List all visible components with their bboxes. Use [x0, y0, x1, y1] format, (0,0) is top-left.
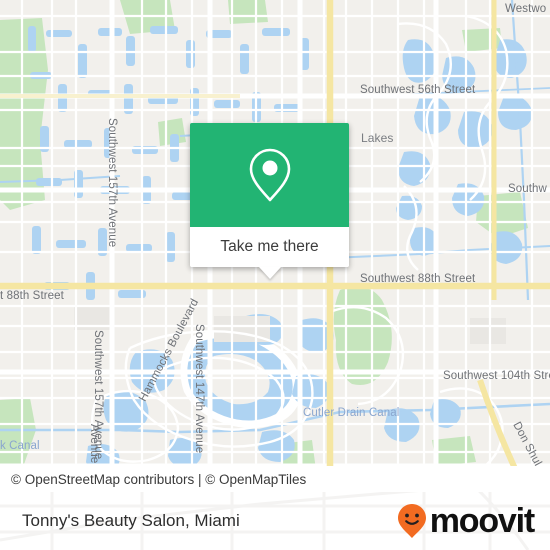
map-canvas[interactable]: Westwo Southwest 56th Street Lakes South… — [0, 0, 550, 492]
map-label-cutler-drain-canal: Cutler Drain Canal — [303, 407, 400, 419]
take-me-there-label: Take me there — [220, 238, 319, 255]
map-label-southwest-right: Southw — [508, 183, 547, 195]
map-label-sw-56th-street: Southwest 56th Street — [360, 84, 476, 96]
place-title: Tonny's Beauty Salon, Miami — [22, 511, 240, 530]
map-label-sw-88th-street-right: Southwest 88th Street — [360, 273, 476, 285]
map-label-canal-left: k Canal — [0, 440, 40, 452]
map-attribution-bar: © OpenStreetMap contributors | © OpenMap… — [0, 466, 550, 492]
take-me-there-button[interactable]: Take me there — [190, 227, 349, 267]
map-label-sw-88th-street-left: t 88th Street — [0, 290, 64, 302]
map-label-westwood: Westwo — [505, 3, 547, 15]
map-label-sw-147th-avenue: Southwest 147th Avenue — [193, 324, 205, 454]
moovit-smiley-pin-icon — [397, 504, 426, 538]
footer-bar: Tonny's Beauty Salon, Miami moovit — [0, 492, 550, 550]
popup-tail — [258, 267, 281, 279]
map-label-lakes: Lakes — [361, 131, 394, 145]
moovit-wordmark: moovit — [429, 502, 535, 540]
map-attribution-text[interactable]: © OpenStreetMap contributors | © OpenMap… — [0, 472, 306, 487]
map-pin-icon — [249, 148, 290, 202]
map-label-sw-104th-street: Southwest 104th Street — [443, 370, 550, 382]
map-label-sw-157th-avenue-north: Southwest 157th Avenue — [106, 118, 118, 248]
popup-marker-panel — [190, 123, 349, 227]
location-popup[interactable]: Take me there — [190, 123, 349, 279]
moovit-brand[interactable]: moovit — [397, 502, 535, 540]
map-label-avenue-bottom-left: Avenue — [88, 424, 100, 464]
map-screenshot: Westwo Southwest 56th Street Lakes South… — [0, 0, 550, 550]
